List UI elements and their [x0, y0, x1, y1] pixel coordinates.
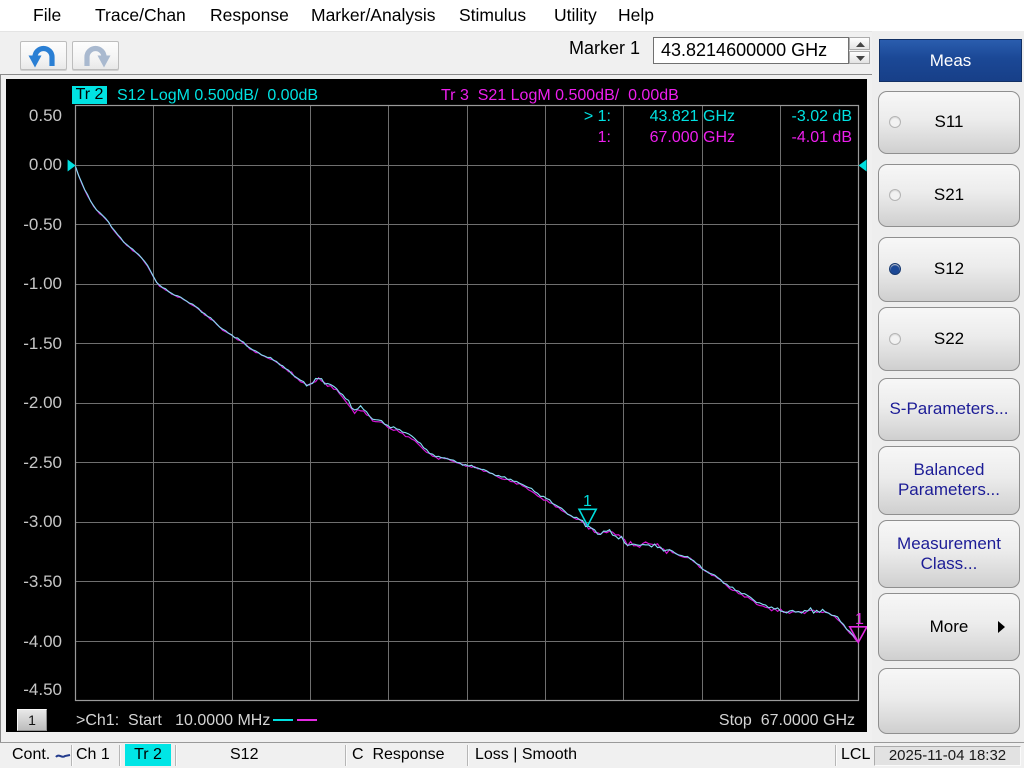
svg-text:1: 1 [855, 611, 864, 628]
svg-text:1: 1 [583, 493, 592, 510]
